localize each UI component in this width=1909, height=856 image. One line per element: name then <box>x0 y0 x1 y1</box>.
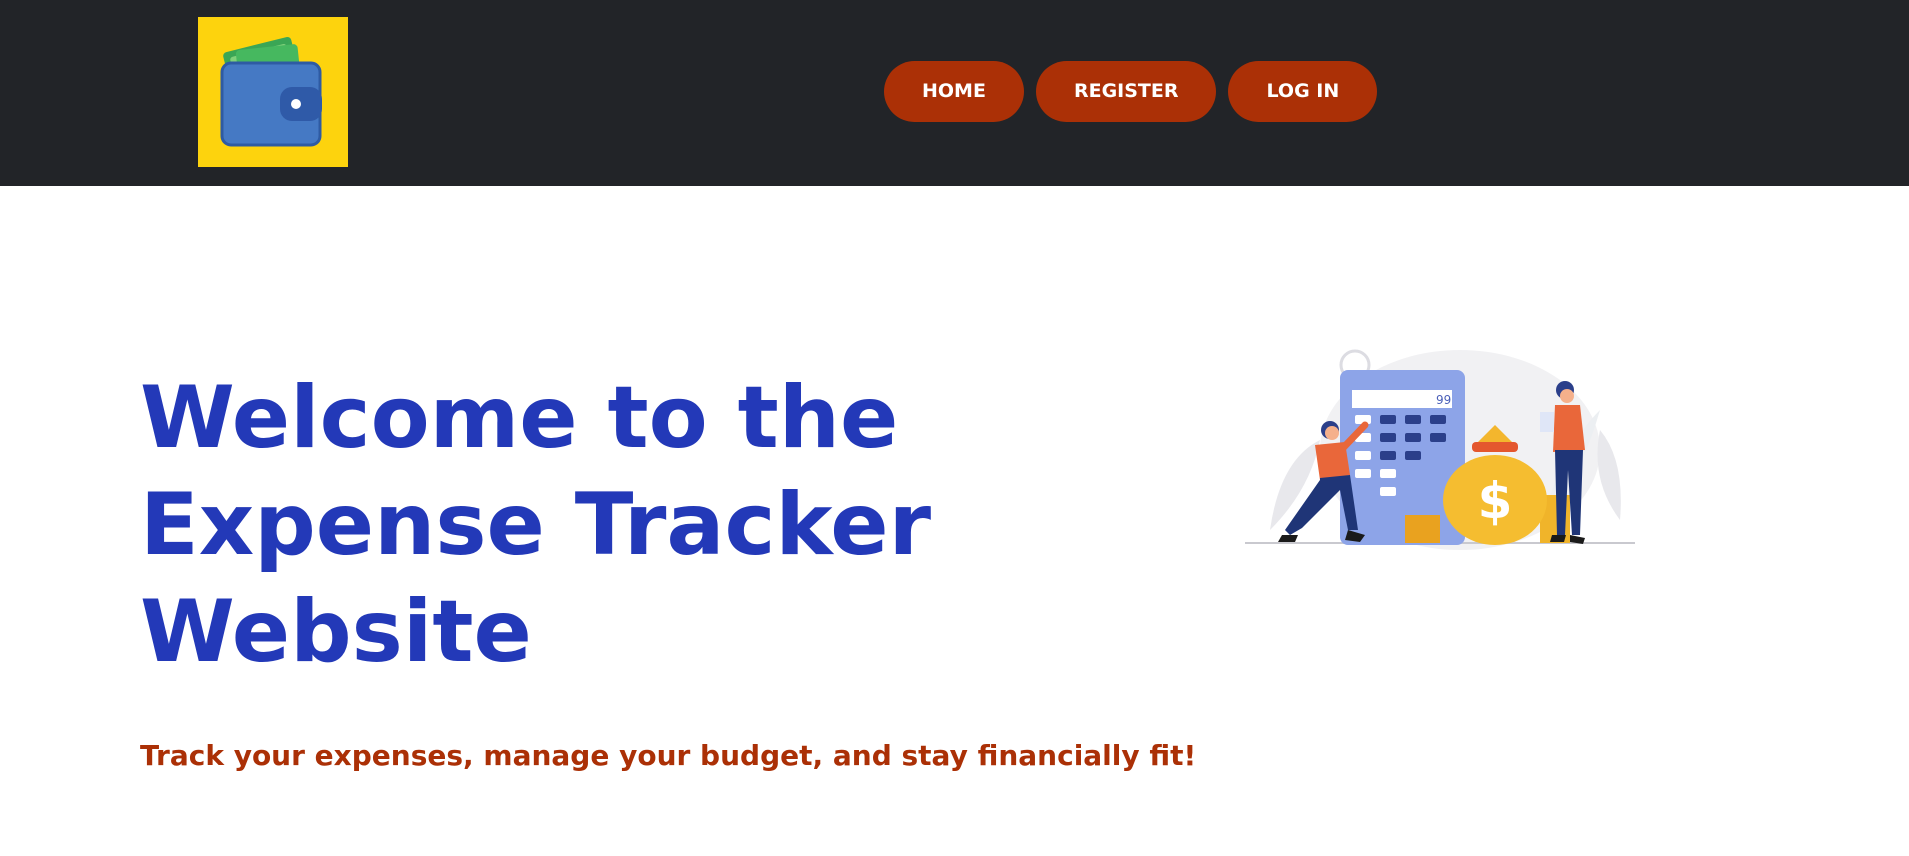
hero-title: Welcome to the Expense Tracker Website <box>140 365 1140 686</box>
hero-title-line: Website <box>140 582 532 682</box>
wallet-icon <box>220 36 322 147</box>
top-navbar: HOME REGISTER LOG IN <box>0 0 1909 186</box>
hero-subtitle: Track your expenses, manage your budget,… <box>140 739 1197 772</box>
nav-links: HOME REGISTER LOG IN <box>884 61 1378 122</box>
finance-illustration: 99 $ <box>1240 330 1640 550</box>
nav-home-button[interactable]: HOME <box>884 61 1024 122</box>
hero-title-line: Expense Tracker <box>140 475 932 575</box>
nav-register-button[interactable]: REGISTER <box>1035 61 1217 122</box>
calculator-display: 99 <box>1436 393 1451 407</box>
logo[interactable] <box>198 17 348 167</box>
money-bag-symbol: $ <box>1478 472 1513 530</box>
hero-title-line: Welcome to the <box>140 368 899 468</box>
finance-illustration-icon: 99 $ <box>1245 349 1635 550</box>
nav-login-button[interactable]: LOG IN <box>1228 61 1378 122</box>
